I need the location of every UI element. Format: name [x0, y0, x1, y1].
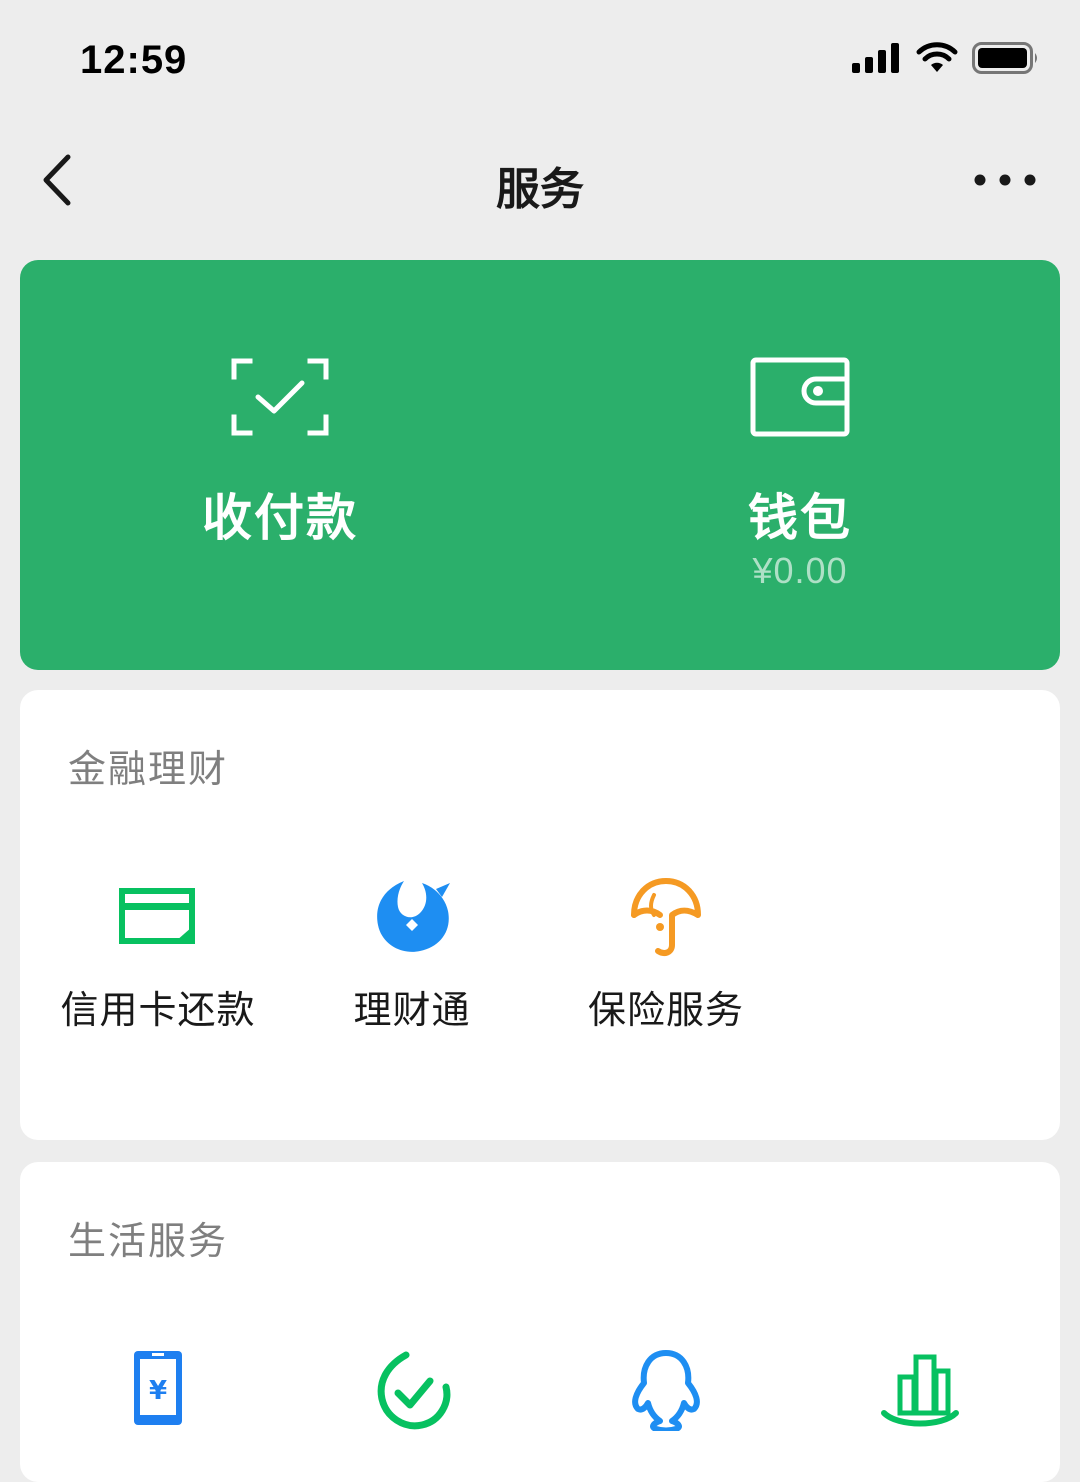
- life-services-section-title: 生活服务: [68, 1219, 229, 1263]
- finance-section: 金融理财 信用卡还款 理财通 保险服务: [20, 690, 1060, 1140]
- status-bar: 12:59: [0, 0, 1080, 120]
- credit-card-repay-label: 信用卡还款: [60, 988, 256, 1032]
- city-services-button[interactable]: [790, 1347, 1050, 1437]
- battery-icon: [972, 42, 1037, 74]
- wifi-icon: [916, 42, 958, 72]
- credit-card-icon: [119, 888, 195, 944]
- check-drop-icon: [377, 1351, 451, 1430]
- svg-text:¥: ¥: [149, 1376, 167, 1406]
- more-dots-icon: [974, 174, 1036, 186]
- wallet-icon: [750, 357, 850, 437]
- status-time: 12:59: [80, 38, 188, 82]
- city-services-icon: [881, 1354, 959, 1427]
- page-title: 服务: [496, 164, 584, 215]
- wallet-balance: ¥0.00: [752, 550, 848, 591]
- finance-section-title: 金融理财: [68, 747, 229, 791]
- insurance-umbrella-icon: [631, 878, 701, 956]
- life-payment-button[interactable]: [282, 1347, 542, 1437]
- hero-card: 收付款 钱包 ¥0.00: [20, 260, 1060, 670]
- wealth-management-button[interactable]: 理财通: [282, 875, 542, 1035]
- navigation-bar: 服务: [0, 125, 1080, 235]
- wallet-label: 钱包: [748, 489, 852, 547]
- wallet-button[interactable]: 钱包 ¥0.00: [540, 260, 1060, 670]
- credit-card-repay-button[interactable]: 信用卡还款: [28, 875, 288, 1035]
- wealth-drop-icon: [377, 881, 450, 952]
- mobile-topup-icon: ¥: [134, 1351, 182, 1425]
- insurance-services-label: 保险服务: [587, 988, 744, 1032]
- wealth-management-label: 理财通: [353, 988, 471, 1032]
- insurance-services-button[interactable]: 保险服务: [536, 875, 796, 1035]
- pay-receive-button[interactable]: 收付款: [20, 260, 540, 670]
- mobile-topup-button[interactable]: ¥: [28, 1347, 288, 1437]
- more-button[interactable]: [970, 163, 1040, 197]
- scan-check-icon: [231, 358, 329, 436]
- pay-receive-label: 收付款: [202, 489, 358, 547]
- life-services-section: 生活服务 ¥: [20, 1162, 1060, 1482]
- status-icons: [852, 42, 1040, 74]
- qq-topup-button[interactable]: [536, 1347, 796, 1437]
- cellular-signal-icon: [852, 43, 899, 73]
- qq-penguin-icon: [632, 1350, 700, 1431]
